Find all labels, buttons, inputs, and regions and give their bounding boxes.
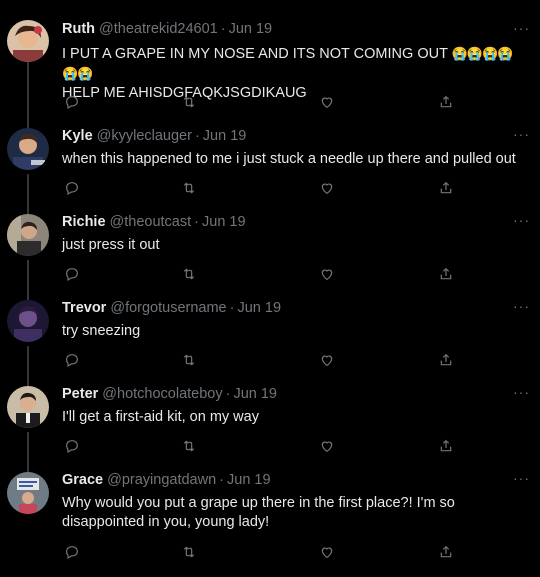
tweet-actions [62, 436, 472, 456]
tweet-date[interactable]: Jun 19 [202, 214, 246, 230]
tweet-header: Trevor @forgotusername · Jun 19 [62, 300, 281, 316]
share-icon[interactable] [436, 350, 456, 370]
thread-line [27, 346, 29, 378]
like-icon[interactable] [317, 264, 337, 284]
avatar[interactable] [7, 386, 49, 428]
tweet-trevor[interactable]: Trevor @forgotusername · Jun 19 ··· try sne… [0, 292, 540, 378]
tweet-date[interactable]: Jun 19 [229, 21, 273, 37]
avatar[interactable] [7, 128, 49, 170]
reply-icon[interactable] [62, 350, 82, 370]
thread-line [27, 260, 29, 292]
display-name[interactable]: Peter [62, 386, 98, 402]
separator: · [220, 21, 226, 37]
like-icon[interactable] [317, 436, 337, 456]
thread-line [27, 464, 29, 472]
share-icon[interactable] [436, 178, 456, 198]
user-handle[interactable]: @theoutcast [110, 214, 192, 230]
tweet-kyle[interactable]: Kyle @kyyleclauger · Jun 19 ··· when this h… [0, 120, 540, 206]
tweet-date[interactable]: Jun 19 [233, 386, 277, 402]
reply-icon[interactable] [62, 542, 82, 562]
tweet-header: Grace @prayingatdawn · Jun 19 [62, 472, 271, 488]
tweet-header: Kyle @kyyleclauger · Jun 19 [62, 128, 246, 144]
retweet-icon[interactable] [179, 350, 199, 370]
like-icon[interactable] [317, 92, 337, 112]
more-options-icon[interactable]: ··· [513, 298, 530, 314]
retweet-icon[interactable] [179, 436, 199, 456]
more-options-icon[interactable]: ··· [513, 470, 530, 486]
more-options-icon[interactable]: ··· [513, 384, 530, 400]
thread-line [27, 292, 29, 300]
retweet-icon[interactable] [179, 92, 199, 112]
tweet-grace[interactable]: Grace @prayingatdawn · Jun 19 ··· Why would… [0, 464, 540, 577]
reply-icon[interactable] [62, 92, 82, 112]
display-name[interactable]: Richie [62, 214, 106, 230]
user-handle[interactable]: @hotchocolateboy [102, 386, 222, 402]
tweet-date[interactable]: Jun 19 [227, 472, 271, 488]
user-handle[interactable]: @theatrekid24601 [99, 21, 218, 37]
reply-thread: Ruth @theatrekid24601 · Jun 19 ··· I PUT A … [0, 0, 540, 577]
user-handle[interactable]: @forgotusername [110, 300, 226, 316]
more-options-icon[interactable]: ··· [513, 212, 530, 228]
tweet-actions [62, 178, 472, 198]
tweet-actions [62, 350, 472, 370]
like-icon[interactable] [317, 178, 337, 198]
share-icon[interactable] [436, 264, 456, 284]
avatar[interactable] [7, 300, 49, 342]
user-handle[interactable]: @prayingatdawn [107, 472, 216, 488]
thread-line [27, 120, 29, 128]
share-icon[interactable] [436, 92, 456, 112]
thread-line [27, 432, 29, 464]
tweet-actions [62, 264, 472, 284]
tweet-text-line-1: I PUT A GRAPE IN MY NOSE AND ITS NOT COM… [62, 46, 448, 62]
retweet-icon[interactable] [179, 178, 199, 198]
like-icon[interactable] [317, 350, 337, 370]
tweet-header: Richie @theoutcast · Jun 19 [62, 214, 246, 230]
separator: · [229, 300, 235, 316]
retweet-icon[interactable] [179, 264, 199, 284]
separator: · [219, 472, 225, 488]
separator: · [194, 214, 199, 230]
tweet-text: I'll get a first-aid kit, on my way [62, 409, 259, 425]
tweet-text: Why would you put a grape up there in th… [62, 495, 455, 530]
display-name[interactable]: Kyle [62, 128, 93, 144]
tweet-text: just press it out [62, 237, 160, 253]
thread-line [27, 56, 29, 120]
thread-line [27, 174, 29, 206]
retweet-icon[interactable] [179, 542, 199, 562]
tweet-text: try sneezing [62, 323, 141, 339]
tweet-richie[interactable]: Richie @theoutcast · Jun 19 ··· just press … [0, 206, 540, 292]
user-handle[interactable]: @kyyleclauger [97, 128, 192, 144]
like-icon[interactable] [317, 542, 337, 562]
avatar[interactable] [7, 20, 49, 62]
tweet-peter[interactable]: Peter @hotchocolateboy · Jun 19 ··· I'll ge… [0, 378, 540, 464]
display-name[interactable]: Grace [62, 472, 103, 488]
display-name[interactable]: Trevor [62, 300, 106, 316]
share-icon[interactable] [436, 542, 456, 562]
separator: · [194, 128, 200, 144]
reply-icon[interactable] [62, 264, 82, 284]
more-options-icon[interactable]: ··· [513, 126, 530, 142]
tweet-ruth[interactable]: Ruth @theatrekid24601 · Jun 19 ··· I PUT A … [0, 0, 540, 120]
avatar[interactable] [7, 472, 49, 514]
tweet-actions [62, 542, 472, 562]
reply-icon[interactable] [62, 178, 82, 198]
more-options-icon[interactable]: ··· [513, 20, 530, 36]
reply-icon[interactable] [62, 436, 82, 456]
tweet-header: Ruth @theatrekid24601 · Jun 19 [62, 21, 272, 37]
share-icon[interactable] [436, 436, 456, 456]
tweet-date[interactable]: Jun 19 [203, 128, 247, 144]
tweet-header: Peter @hotchocolateboy · Jun 19 [62, 386, 277, 402]
tweet-date[interactable]: Jun 19 [237, 300, 281, 316]
thread-line [27, 206, 29, 214]
separator: · [225, 386, 231, 402]
tweet-text: when this happened to me i just stuck a … [62, 151, 516, 167]
tweet-actions [62, 92, 472, 112]
avatar[interactable] [7, 214, 49, 256]
thread-line [27, 378, 29, 386]
display-name[interactable]: Ruth [62, 21, 95, 37]
